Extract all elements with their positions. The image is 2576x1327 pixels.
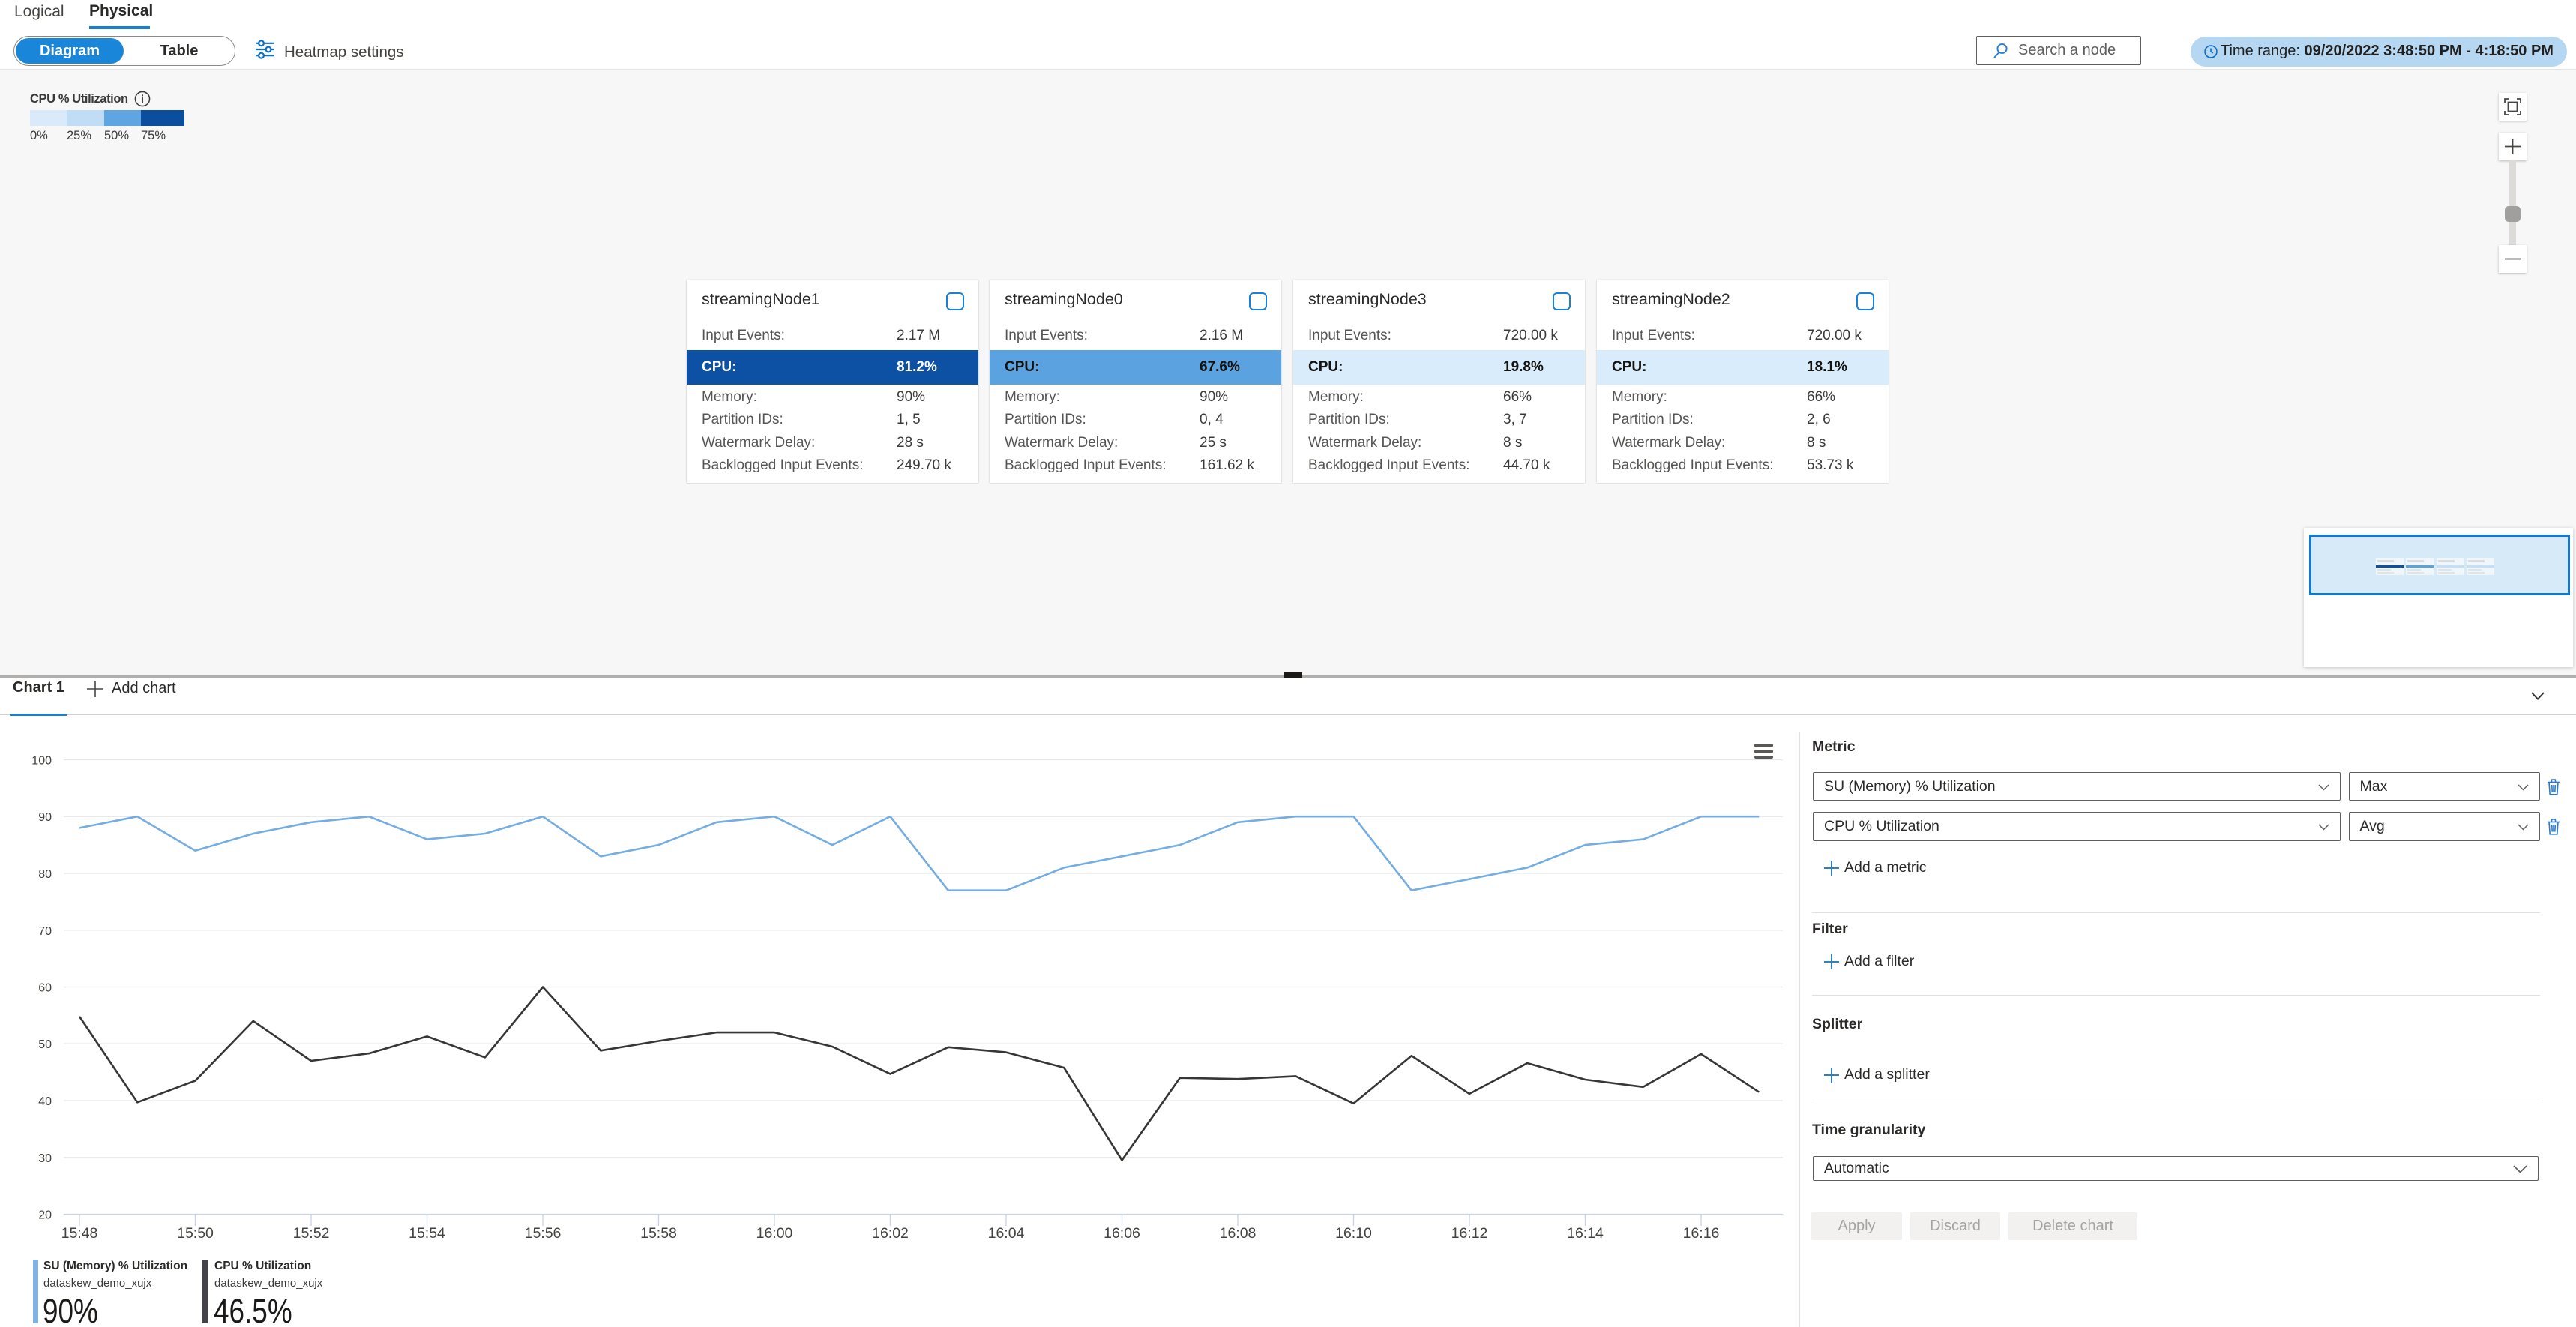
svg-text:16:10: 16:10 [1335,1225,1372,1242]
svg-text:30: 30 [38,1152,52,1165]
svg-text:100: 100 [31,755,52,768]
svg-text:15:48: 15:48 [61,1225,98,1242]
svg-text:80: 80 [38,868,52,881]
svg-text:16:02: 16:02 [872,1225,909,1242]
svg-text:15:52: 15:52 [293,1225,330,1242]
svg-text:90: 90 [38,811,52,824]
svg-text:16:04: 16:04 [988,1225,1025,1242]
svg-text:15:58: 15:58 [640,1225,677,1242]
svg-text:16:00: 16:00 [756,1225,793,1242]
svg-text:60: 60 [38,982,52,995]
svg-text:50: 50 [38,1038,52,1051]
svg-text:15:54: 15:54 [409,1225,445,1242]
svg-text:70: 70 [38,925,52,938]
svg-text:16:12: 16:12 [1451,1225,1488,1242]
svg-text:15:50: 15:50 [177,1225,214,1242]
svg-text:40: 40 [38,1095,52,1108]
svg-text:16:08: 16:08 [1220,1225,1257,1242]
svg-text:20: 20 [38,1209,52,1222]
svg-text:16:06: 16:06 [1104,1225,1140,1242]
svg-text:16:14: 16:14 [1567,1225,1604,1242]
svg-text:15:56: 15:56 [525,1225,562,1242]
svg-text:16:16: 16:16 [1683,1225,1720,1242]
